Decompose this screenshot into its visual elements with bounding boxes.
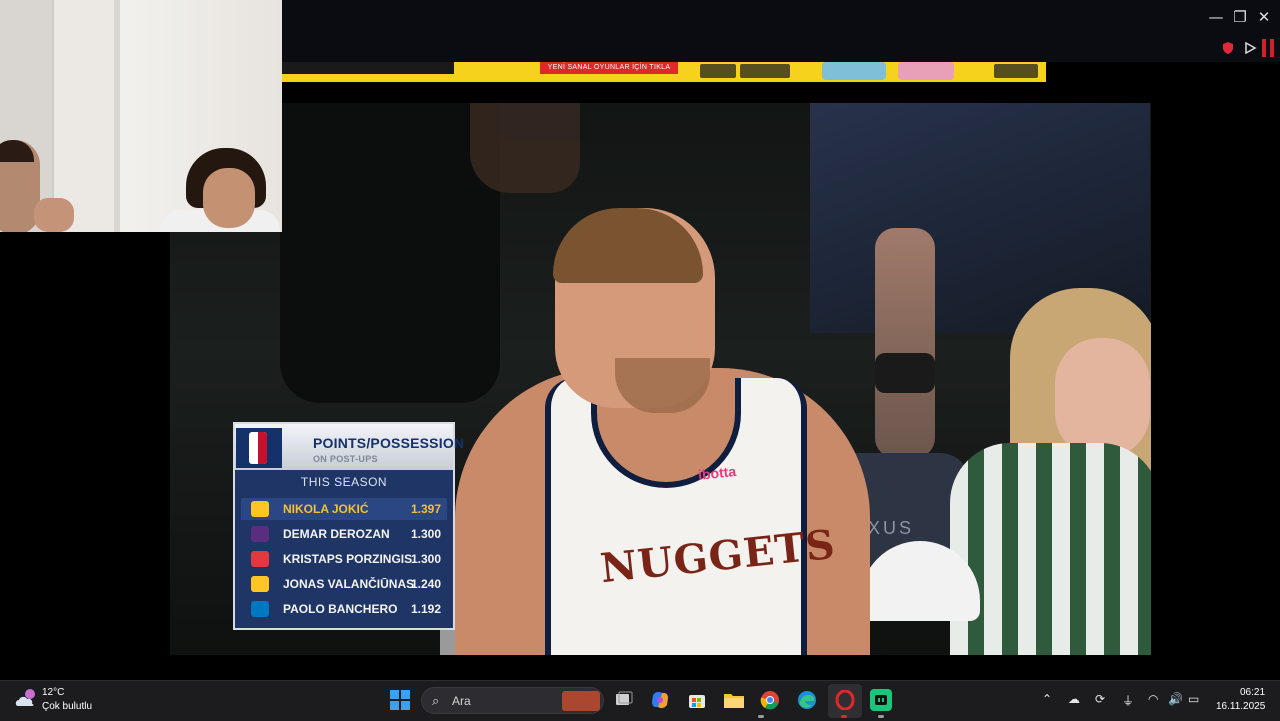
search-highlight-icon	[562, 691, 600, 711]
close-button[interactable]: ✕	[1252, 6, 1276, 28]
team-logo-icon	[251, 576, 269, 592]
player-name: KRISTAPS PORZINGIS	[283, 552, 413, 566]
ad-brand-logo-icon	[994, 64, 1038, 78]
shield-icon[interactable]	[1220, 40, 1236, 56]
weather-cloud-icon[interactable]	[14, 688, 38, 710]
stat-row: PAOLO BANCHERO 1.192	[241, 598, 447, 620]
stat-row: NIKOLA JOKIĆ 1.397	[241, 498, 447, 520]
microphone-icon[interactable]: ⏚	[1122, 692, 1134, 709]
search-icon: ⌕	[432, 694, 440, 709]
clock-date[interactable]: 16.11.2025	[1216, 701, 1265, 712]
crowd-person	[470, 103, 580, 193]
sync-icon[interactable]: ⟳	[1095, 692, 1105, 706]
player-name: NIKOLA JOKIĆ	[283, 502, 369, 516]
crowd-legs	[875, 228, 935, 458]
webcam-hand	[34, 198, 74, 232]
file-explorer-icon[interactable]	[723, 689, 745, 711]
player-value: 1.300	[410, 527, 441, 541]
stat-overlay-header: POINTS/POSSESSION ON POST-UPS	[235, 424, 464, 470]
ad-dark-strip	[282, 62, 454, 74]
stat-row: DEMAR DEROZAN 1.300	[241, 523, 447, 545]
play-icon[interactable]	[1242, 40, 1258, 56]
player-jersey	[545, 378, 807, 655]
team-logo-icon	[251, 601, 269, 617]
crowd-shoe	[875, 353, 935, 393]
stat-overlay-title: POINTS/POSSESSION	[313, 435, 465, 451]
team-logo-icon	[251, 501, 269, 517]
copilot-icon[interactable]	[649, 689, 671, 711]
ad-logo-icon	[700, 64, 736, 78]
ad-logo-icon	[740, 64, 790, 78]
restore-button[interactable]: ❐	[1228, 6, 1252, 28]
clock-time[interactable]: 06:21	[1240, 687, 1265, 698]
player-value: 1.192	[410, 602, 441, 616]
ad-banner[interactable]: YENİ SANAL OYUNLAR İÇİN TIKLA	[282, 62, 1046, 82]
weather-temperature[interactable]: 12°C	[42, 687, 64, 698]
player-value: 1.300	[410, 552, 441, 566]
player-name: PAOLO BANCHERO	[283, 602, 398, 616]
chrome-icon[interactable]	[759, 689, 781, 711]
ad-mascot-icon	[898, 62, 954, 80]
stat-overlay-period: THIS SEASON	[300, 475, 388, 489]
running-indicator	[878, 715, 884, 718]
player-name: JONAS VALANČIŪNAS	[283, 577, 415, 591]
weather-description[interactable]: Çok bulutlu	[42, 701, 92, 712]
running-indicator	[841, 715, 847, 718]
wifi-icon[interactable]: ◠	[1148, 692, 1158, 706]
opera-icon[interactable]	[834, 689, 856, 711]
fan-shirt	[950, 443, 1151, 655]
pause-icon[interactable]	[1261, 39, 1275, 57]
search-box[interactable]: ⌕ Ara	[421, 687, 604, 714]
stat-overlay-subtitle: ON POST-UPS	[313, 454, 378, 464]
stat-row: KRISTAPS PORZINGIS 1.300	[241, 548, 447, 570]
running-indicator	[758, 715, 764, 718]
battery-icon[interactable]: ▭	[1188, 692, 1199, 706]
crowd-person	[280, 103, 500, 403]
search-placeholder: Ara	[452, 694, 471, 708]
player-value: 1.397	[410, 502, 441, 516]
ad-mascot-icon	[822, 62, 886, 80]
task-view-icon[interactable]	[613, 689, 635, 711]
onedrive-cloud-icon[interactable]: ☁	[1068, 692, 1080, 706]
webcam-overlay[interactable]	[0, 0, 282, 232]
team-logo-icon	[251, 551, 269, 567]
stat-overlay: POINTS/POSSESSION ON POST-UPS THIS SEASO…	[233, 422, 464, 630]
app-icon[interactable]	[870, 689, 892, 711]
store-icon[interactable]	[686, 689, 708, 711]
minimize-button[interactable]: —	[1204, 6, 1228, 28]
taskbar	[0, 680, 1280, 721]
stat-row: JONAS VALANČIŪNAS 1.240	[241, 573, 447, 595]
chevron-up-icon[interactable]: ⌃	[1042, 692, 1052, 706]
webcam-person	[203, 168, 255, 228]
edge-icon[interactable]	[796, 689, 818, 711]
fan-face	[1055, 338, 1150, 458]
player-name: DEMAR DEROZAN	[283, 527, 390, 541]
windows-start-icon[interactable]	[390, 690, 410, 710]
nba-logo-icon	[236, 428, 282, 468]
team-logo-icon	[251, 526, 269, 542]
player-value: 1.240	[410, 577, 441, 591]
ad-cta-button[interactable]: YENİ SANAL OYUNLAR İÇİN TIKLA	[540, 62, 678, 74]
volume-icon[interactable]: 🔊	[1168, 692, 1183, 706]
